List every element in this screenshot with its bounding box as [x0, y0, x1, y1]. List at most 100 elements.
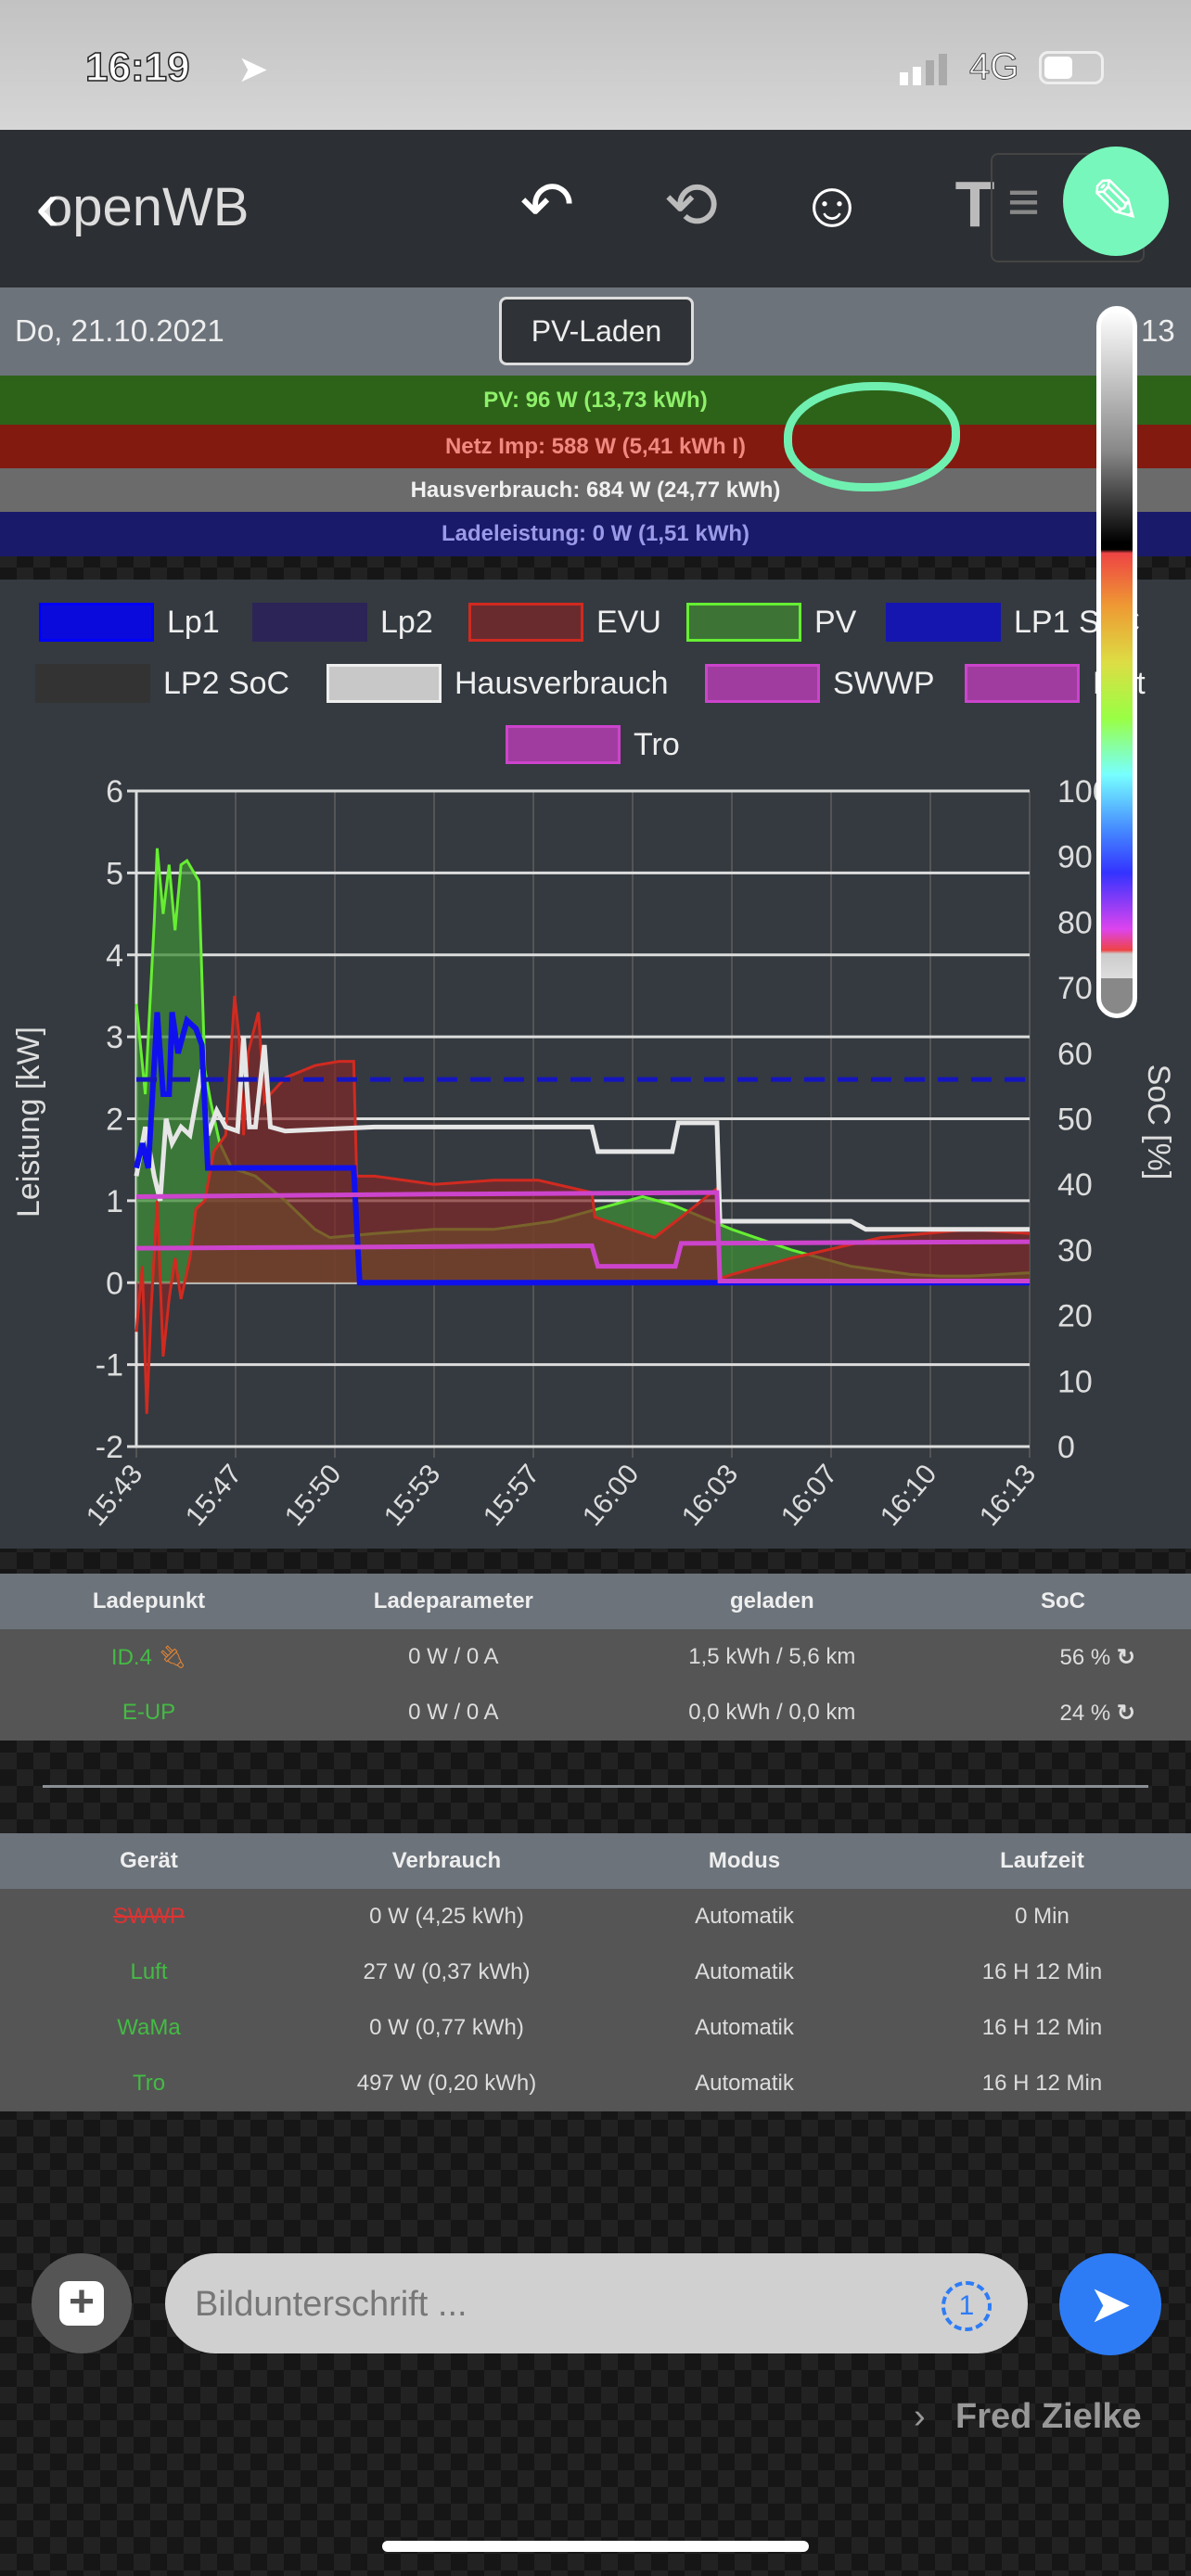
- send-icon: ➤: [1088, 2275, 1133, 2333]
- crop-rotate-icon[interactable]: ⟲: [649, 167, 733, 243]
- legend-swatch: [39, 603, 154, 642]
- signal-icon: [900, 54, 947, 85]
- legend-label: Hausverbrauch: [455, 665, 669, 701]
- y-axis-title: Leistung [kW]: [11, 1027, 46, 1218]
- emoji-icon[interactable]: ☺: [790, 167, 874, 241]
- legend-swatch: [506, 725, 621, 764]
- col-header: SoC: [934, 1574, 1191, 1629]
- legend-item[interactable]: Lp2: [252, 603, 433, 642]
- legend-item[interactable]: Hausverbrauch: [327, 664, 669, 703]
- power-chart: 15:43 15:47 15:50 15:53 15:57 16:00 16:03 16:07…: [11, 774, 1176, 1532]
- x-tick-label: 15:53: [378, 1459, 447, 1532]
- col-header: Verbrauch: [298, 1833, 596, 1889]
- table-row[interactable]: E-UP 0 W / 0 A 0,0 kWh / 0,0 km 24 % ↻: [0, 1685, 1191, 1741]
- legend-label: Tro: [634, 726, 680, 762]
- device-name[interactable]: SWWP: [0, 1889, 298, 1945]
- summary-bar: PV: 96 W (13,73 kWh): [0, 376, 1191, 425]
- send-button[interactable]: ➤: [1059, 2253, 1161, 2355]
- charge-param: 0 W / 0 A: [298, 1629, 609, 1685]
- y-tick-label: -2: [96, 1430, 123, 1465]
- chevron-right-icon: ›: [914, 2397, 926, 2436]
- legend-item[interactable]: SWWP: [705, 664, 935, 703]
- x-tick-label: 16:07: [775, 1459, 844, 1532]
- charge-point-name[interactable]: ID.4: [111, 1645, 152, 1670]
- table-row[interactable]: WaMa 0 W (0,77 kWh) Automatik 16 H 12 Min: [0, 2000, 1191, 2056]
- summary-bar: Netz Imp: 588 W (5,41 kWh I): [0, 425, 1191, 468]
- add-button[interactable]: +: [32, 2253, 132, 2353]
- y-tick-label: 3: [106, 1020, 123, 1055]
- legend-item[interactable]: LP2 SoC: [35, 664, 289, 703]
- table-row[interactable]: Tro 497 W (0,20 kWh) Automatik 16 H 12 Min: [0, 2056, 1191, 2111]
- y2-tick-label: 10: [1057, 1364, 1093, 1399]
- device-mode[interactable]: Automatik: [596, 1889, 893, 1945]
- y2-tick-label: 0: [1057, 1430, 1075, 1465]
- legend-swatch: [468, 603, 583, 642]
- device-usage: 497 W (0,20 kWh): [298, 2056, 596, 2111]
- drawn-circle-annotation: [784, 382, 960, 491]
- pencil-icon[interactable]: ✎: [1063, 147, 1169, 256]
- device-usage: 0 W (0,77 kWh): [298, 2000, 596, 2056]
- mode-button[interactable]: PV-Laden: [499, 297, 694, 365]
- device-runtime: 16 H 12 Min: [893, 2056, 1191, 2111]
- app-title: openWB: [43, 177, 250, 237]
- charge-param: 0 W / 0 A: [298, 1685, 609, 1741]
- device-mode[interactable]: Automatik: [596, 2000, 893, 2056]
- plug-icon: 🔌︎: [158, 1644, 187, 1670]
- table-row[interactable]: SWWP 0 W (4,25 kWh) Automatik 0 Min: [0, 1889, 1191, 1945]
- legend-label: Lp1: [167, 604, 220, 640]
- y-tick-label: 5: [106, 856, 123, 891]
- y2-tick-label: 20: [1057, 1299, 1093, 1334]
- legend-label: EVU: [596, 604, 661, 640]
- device-mode[interactable]: Automatik: [596, 2056, 893, 2111]
- x-tick-label: 15:43: [81, 1459, 149, 1532]
- device-name[interactable]: Luft: [0, 1945, 298, 2000]
- x-tick-label: 15:47: [180, 1459, 249, 1532]
- x-tick-label: 16:03: [676, 1459, 745, 1532]
- back-icon[interactable]: ‹: [35, 163, 60, 249]
- device-table: Gerät Verbrauch Modus Laufzeit SWWP 0 W (…: [0, 1833, 1191, 2111]
- legend-label: PV: [814, 604, 857, 640]
- table-row[interactable]: ID.4 🔌︎ 0 W / 0 A 1,5 kWh / 5,6 km 56 % …: [0, 1629, 1191, 1685]
- y2-tick-label: 80: [1057, 905, 1093, 940]
- color-picker-slider[interactable]: [1096, 306, 1137, 1018]
- legend-swatch: [886, 603, 1001, 642]
- view-once-icon[interactable]: 1: [941, 2281, 992, 2331]
- legend-item[interactable]: Tro: [506, 725, 680, 764]
- network-type: 4G: [968, 46, 1019, 88]
- device-mode[interactable]: Automatik: [596, 1945, 893, 2000]
- col-header: Ladeparameter: [298, 1574, 609, 1629]
- device-name[interactable]: WaMa: [0, 2000, 298, 2056]
- device-name[interactable]: Tro: [0, 2056, 298, 2111]
- date-label: Do, 21.10.2021: [15, 313, 224, 348]
- charge-point-name[interactable]: E-UP: [0, 1685, 298, 1741]
- recipient-name[interactable]: Fred Zielke: [955, 2397, 1142, 2437]
- x-tick-label: 16:13: [974, 1459, 1043, 1532]
- y-tick-label: 2: [106, 1103, 123, 1138]
- y-tick-label: 4: [106, 938, 123, 974]
- caption-placeholder: Bildunterschrift ...: [195, 2285, 467, 2324]
- soc-value: 56 %: [1059, 1644, 1111, 1670]
- refresh-icon[interactable]: ↻: [1117, 1645, 1135, 1670]
- legend-swatch: [686, 603, 801, 642]
- legend-label: Lp2: [380, 604, 433, 640]
- charge-point-table: Ladepunkt Ladeparameter geladen SoC ID.4…: [0, 1574, 1191, 1741]
- divider: [43, 1785, 1148, 1788]
- x-tick-label: 15:57: [478, 1459, 546, 1532]
- legend-swatch: [327, 664, 442, 703]
- legend-label: LP2 SoC: [163, 665, 290, 701]
- table-row[interactable]: Luft 27 W (0,37 kWh) Automatik 16 H 12 Min: [0, 1945, 1191, 2000]
- legend-item[interactable]: Lp1: [39, 603, 220, 642]
- legend-swatch: [35, 664, 150, 703]
- refresh-icon[interactable]: ↻: [1117, 1701, 1135, 1726]
- legend-item[interactable]: EVU: [468, 603, 661, 642]
- charged-amount: 1,5 kWh / 5,6 km: [608, 1629, 935, 1685]
- y-tick-label: 6: [106, 774, 123, 810]
- y-tick-label: 0: [106, 1266, 123, 1301]
- location-arrow-icon: ➤: [237, 49, 269, 90]
- legend-item[interactable]: PV: [686, 603, 856, 642]
- device-usage: 0 W (4,25 kWh): [298, 1889, 596, 1945]
- x-tick-label: 16:00: [577, 1459, 646, 1532]
- undo-icon[interactable]: ↶: [506, 167, 589, 243]
- legend-swatch: [252, 603, 367, 642]
- device-usage: 27 W (0,37 kWh): [298, 1945, 596, 2000]
